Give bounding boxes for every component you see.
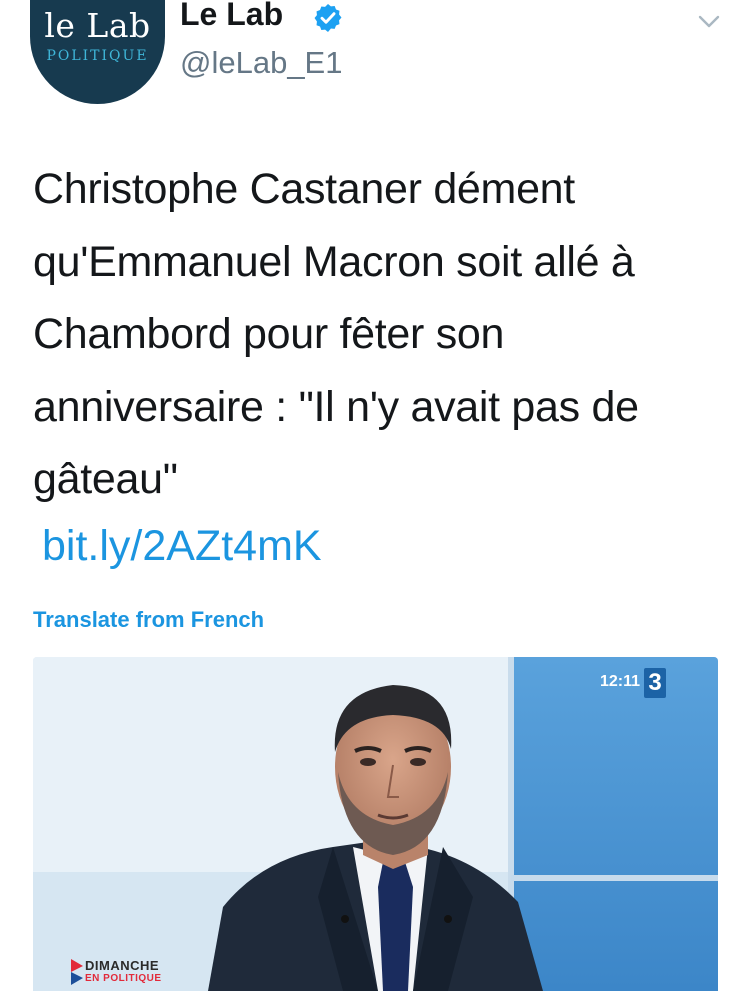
translate-link[interactable]: Translate from French xyxy=(33,607,264,633)
avatar-logo-line1: le Lab xyxy=(44,6,151,45)
chevron-down-icon[interactable] xyxy=(695,8,723,36)
avatar[interactable]: le Lab POLITIQUE xyxy=(30,0,165,104)
tweet-link[interactable]: bit.ly/2AZt4mK xyxy=(42,510,322,582)
tv-studio-image xyxy=(33,657,718,991)
tweet-text-line: qu'Emmanuel Macron soit allé à xyxy=(33,237,635,286)
avatar-logo-line2: POLITIQUE xyxy=(46,48,149,64)
tv-clock: 12:11 xyxy=(599,673,640,690)
show-logo: DIMANCHE EN POLITIQUE xyxy=(71,958,205,985)
tweet-text: Christophe Castaner dément qu'Emmanuel M… xyxy=(33,153,733,516)
tweet-media-image[interactable]: 12:11 3 DIMANCHE EN POLITIQUE xyxy=(33,657,718,991)
tweet-text-line: Chambord pour fêter son xyxy=(33,310,505,358)
tweet-text-line: anniversaire : "Il n'y avait pas de xyxy=(33,382,639,431)
user-handle[interactable]: @leLab_E1 xyxy=(180,45,342,81)
tweet-text-line: Christophe Castaner dément xyxy=(33,165,575,213)
channel-logo: 3 xyxy=(644,668,666,698)
show-logo-line2: EN POLITIQUE xyxy=(85,973,162,984)
verified-badge-icon xyxy=(314,4,342,32)
display-name[interactable]: Le Lab xyxy=(180,0,283,33)
tweet: le Lab POLITIQUE Le Lab @leLab_E1 Christ… xyxy=(0,0,750,991)
show-logo-mark-icon xyxy=(71,959,83,985)
show-logo-line1: DIMANCHE xyxy=(85,958,160,973)
tweet-text-line: gâteau" xyxy=(33,455,178,503)
